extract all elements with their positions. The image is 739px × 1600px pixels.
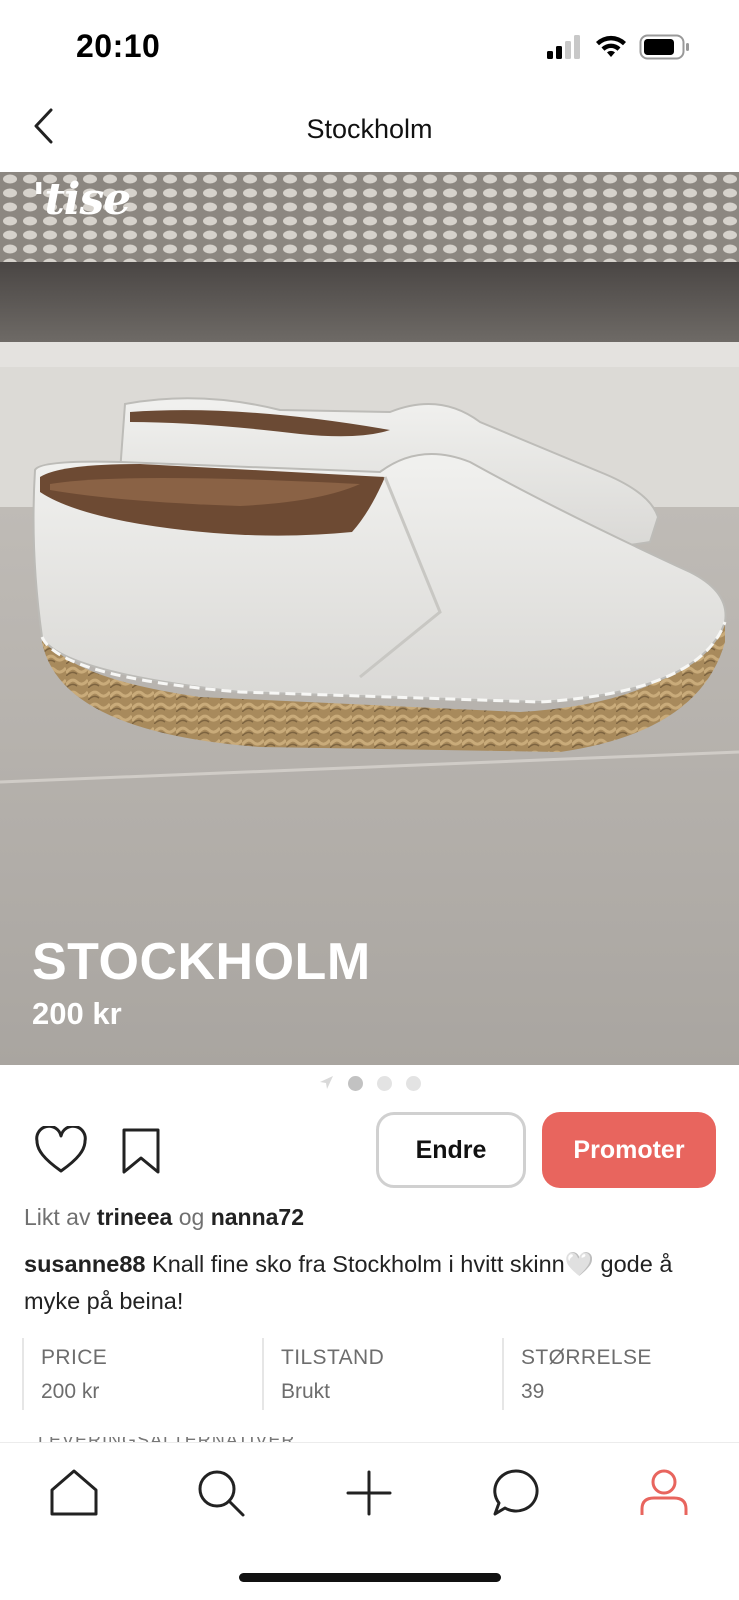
pager-dot[interactable]	[406, 1075, 421, 1091]
signal-icon	[547, 35, 580, 59]
tab-add[interactable]	[339, 1463, 399, 1523]
detail-condition: TILSTAND Brukt	[262, 1338, 502, 1410]
liked-by-prefix: Likt av	[24, 1204, 91, 1230]
detail-label: PRICE	[41, 1346, 108, 1369]
liked-by-conjunction: og	[178, 1204, 205, 1230]
status-time: 20:10	[76, 28, 161, 64]
detail-size: STØRRELSE 39	[502, 1338, 739, 1410]
action-row: Endre Promoter	[0, 1110, 739, 1190]
status-icons	[547, 34, 691, 60]
pager-dot[interactable]	[377, 1075, 392, 1091]
like-button[interactable]	[34, 1124, 88, 1176]
save-button[interactable]	[118, 1126, 164, 1176]
detail-value: 39	[521, 1380, 545, 1403]
liked-by: Likt av trineea og nanna72	[24, 1204, 304, 1231]
tab-messages[interactable]	[486, 1463, 546, 1523]
tab-profile[interactable]	[634, 1463, 694, 1523]
nav-header: Stockholm	[0, 90, 739, 172]
detail-label: TILSTAND	[281, 1346, 385, 1369]
home-icon	[50, 1469, 98, 1516]
bottom-nav	[0, 1442, 739, 1600]
product-image[interactable]: 'tise STOCKHOLM 200 kr	[0, 172, 739, 1065]
liked-by-user[interactable]: trineea	[97, 1204, 172, 1230]
detail-value: 200 kr	[41, 1380, 100, 1403]
promote-button[interactable]: Promoter	[542, 1112, 716, 1188]
detail-price: PRICE 200 kr	[22, 1338, 262, 1410]
bookmark-icon	[122, 1128, 160, 1174]
page-title: Stockholm	[306, 114, 433, 144]
details-grid: PRICE 200 kr TILSTAND Brukt STØRRELSE 39	[22, 1338, 739, 1410]
detail-value: Brukt	[281, 1380, 331, 1403]
tise-logo: 'tise	[32, 174, 131, 225]
description: susanne88 Knall fine sko fra Stockholm i…	[24, 1246, 704, 1320]
home-indicator	[239, 1573, 501, 1582]
profile-icon	[640, 1469, 688, 1515]
tab-search[interactable]	[191, 1463, 251, 1523]
detail-label: STØRRELSE	[521, 1346, 652, 1369]
seller-username[interactable]: susanne88	[24, 1251, 145, 1277]
status-bar: 20:10	[0, 0, 739, 90]
image-pager	[0, 1071, 739, 1095]
pager-dot-active[interactable]	[348, 1075, 363, 1091]
product-title: STOCKHOLM	[32, 933, 371, 991]
tab-home[interactable]	[44, 1463, 104, 1523]
plus-icon	[346, 1470, 392, 1516]
search-icon	[198, 1470, 245, 1517]
wifi-icon	[596, 35, 626, 57]
liked-by-user[interactable]: nanna72	[211, 1204, 304, 1230]
chat-icon	[493, 1469, 539, 1516]
edit-button[interactable]: Endre	[376, 1112, 526, 1188]
product-price: 200 kr	[32, 996, 122, 1031]
battery-icon	[639, 34, 689, 60]
location-arrow-icon	[320, 1076, 333, 1089]
heart-icon	[35, 1124, 87, 1173]
